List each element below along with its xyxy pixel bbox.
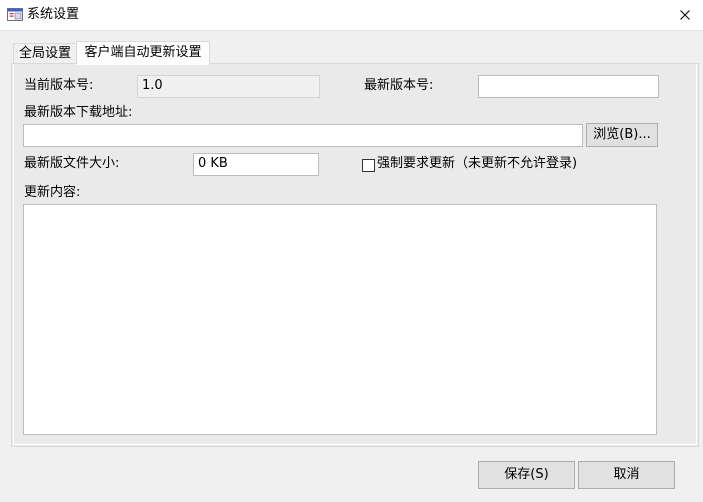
browse-button[interactable]: 浏览(B)... <box>586 123 658 147</box>
cancel-button[interactable]: 取消 <box>578 461 675 489</box>
file-size-input[interactable]: 0 KB <box>193 153 319 176</box>
close-icon <box>680 10 690 20</box>
download-url-label: 最新版本下载地址: <box>24 105 133 120</box>
tab-client-auto-update[interactable]: 客户端自动更新设置 <box>76 41 210 65</box>
update-content-textarea[interactable] <box>23 204 657 435</box>
tab-global-settings[interactable]: 全局设置 <box>13 43 77 64</box>
file-size-label: 最新版文件大小: <box>24 156 120 171</box>
title-bar: 系统设置 <box>0 0 703 31</box>
current-version-label: 当前版本号: <box>24 78 94 93</box>
download-url-input[interactable] <box>23 124 583 147</box>
settings-window: 系统设置 全局设置 客户端自动更新设置 当前版本号: 1.0 最新版本号: 最新… <box>0 0 703 502</box>
latest-version-label: 最新版本号: <box>364 78 434 93</box>
update-content-label: 更新内容: <box>24 185 81 200</box>
save-button[interactable]: 保存(S) <box>478 461 575 489</box>
force-update-checkbox[interactable] <box>362 159 375 172</box>
close-button[interactable] <box>670 2 700 28</box>
latest-version-input[interactable] <box>478 75 659 98</box>
current-version-field: 1.0 <box>137 75 320 98</box>
window-title: 系统设置 <box>27 7 80 22</box>
force-update-label[interactable]: 强制要求更新（未更新不允许登录) <box>377 155 577 173</box>
app-window-icon <box>7 8 23 21</box>
